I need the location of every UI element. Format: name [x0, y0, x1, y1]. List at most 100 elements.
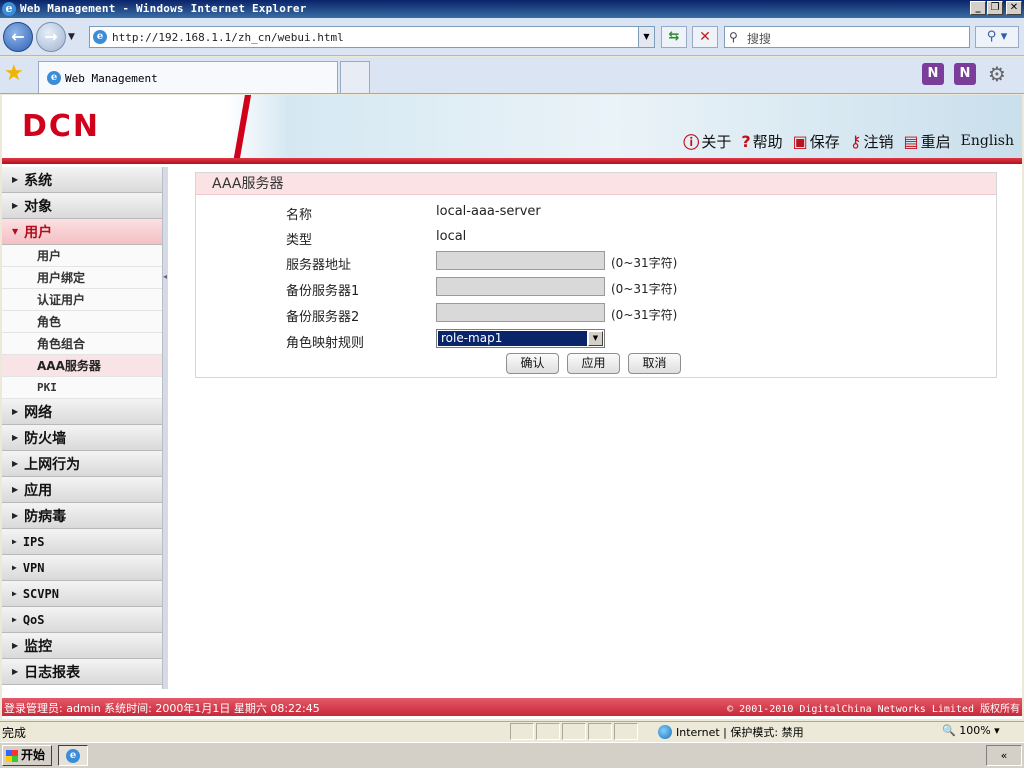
onenote-icon[interactable]: N — [922, 63, 944, 85]
banner-swoosh — [224, 95, 264, 161]
sidebar-item-log-report[interactable]: ▶ 日志报表 — [2, 659, 162, 685]
chevron-right-icon: ▶ — [12, 175, 19, 184]
status-cell — [536, 723, 560, 740]
zone-text: Internet | 保护模式: 禁用 — [676, 726, 804, 739]
save-link[interactable]: ▣ 保存 — [793, 129, 840, 153]
address-toolbar: ← → ▼ e http://192.168.1.1/zh_cn/webui.h… — [0, 18, 1024, 56]
maximize-button[interactable]: ❐ — [987, 1, 1003, 15]
security-zone[interactable]: Internet | 保护模式: 禁用 — [658, 724, 804, 740]
status-text: 完成 — [2, 726, 27, 740]
favorites-star-icon[interactable]: ★ — [4, 63, 24, 85]
logout-link[interactable]: ⚷ 注销 — [850, 129, 894, 153]
confirm-button[interactable]: 确认 — [506, 353, 559, 374]
sidebar-sub-user-binding[interactable]: 用户绑定 — [2, 267, 162, 289]
type-value: local — [436, 229, 467, 244]
sidebar-item-scvpn[interactable]: ▶ SCVPN — [2, 581, 162, 607]
backup-server-2-input[interactable] — [436, 303, 605, 322]
start-button[interactable]: 开始 — [2, 745, 52, 766]
aaa-server-panel: AAA服务器 名称 local-aaa-server 类型 local 服务器地… — [195, 172, 997, 378]
chevron-right-icon: ▶ — [12, 667, 19, 676]
row-role-mapping: 角色映射规则 role-map1 ▼ — [196, 329, 996, 353]
role-mapping-selected: role-map1 — [438, 331, 587, 346]
page-footer: 登录管理员: admin 系统时间: 2000年1月1日 星期六 08:22:4… — [2, 698, 1022, 716]
save-icon: ▣ — [792, 131, 808, 151]
search-go-button[interactable]: ⚲ ▾ — [975, 26, 1019, 48]
tab-ie-icon: e — [47, 71, 61, 85]
sidebar-sub-role-combo[interactable]: 角色组合 — [2, 333, 162, 355]
help-link[interactable]: ? 帮助 — [741, 129, 782, 153]
about-link[interactable]: ⓘ 关于 — [683, 129, 731, 153]
sidebar-menu: ▶ 系统 ▶ 对象 ▼ 用户 用户 用户绑定 认证用户 角色 角色组合 AAA服务器 … — [2, 167, 162, 689]
collapse-arrow-icon[interactable]: ◂ — [163, 272, 168, 288]
sidebar-item-firewall[interactable]: ▶ 防火墙 — [2, 425, 162, 451]
role-mapping-select[interactable]: role-map1 ▼ — [436, 329, 605, 348]
ie-icon: e — [2, 2, 16, 16]
english-link[interactable]: English — [961, 129, 1014, 153]
status-cell — [614, 723, 638, 740]
sidebar-item-web-behavior[interactable]: ▶ 上网行为 — [2, 451, 162, 477]
minimize-button[interactable]: _ — [970, 1, 986, 15]
new-tab-button[interactable] — [340, 61, 370, 93]
type-label: 类型 — [286, 233, 313, 248]
sidebar-sub-aaa-server[interactable]: AAA服务器 — [2, 355, 162, 377]
search-box[interactable]: ⚲ 搜搜 — [724, 26, 970, 48]
chevron-right-icon: ▶ — [12, 485, 19, 494]
backup-server-2-hint: (0~31字符) — [611, 308, 678, 322]
history-dropdown-icon[interactable]: ▼ — [68, 32, 75, 42]
panel-title: AAA服务器 — [196, 173, 996, 195]
address-bar[interactable]: e http://192.168.1.1/zh_cn/webui.html ▼ — [89, 26, 655, 48]
sidebar-splitter[interactable]: ◂ — [162, 167, 168, 689]
cancel-button[interactable]: 取消 — [628, 353, 681, 374]
tab-web-management[interactable]: e Web Management — [38, 61, 338, 93]
stop-button[interactable]: ✕ — [692, 26, 718, 48]
windows-taskbar: 开始 e « — [0, 742, 1024, 768]
name-value: local-aaa-server — [436, 204, 541, 219]
system-tray[interactable]: « — [986, 745, 1022, 766]
apply-button[interactable]: 应用 — [567, 353, 620, 374]
forward-button[interactable]: → — [36, 22, 66, 52]
role-mapping-label: 角色映射规则 — [286, 336, 365, 351]
restart-icon: ▤ — [903, 131, 919, 151]
chevron-down-icon[interactable]: ▼ — [588, 331, 603, 346]
back-button[interactable]: ← — [3, 22, 33, 52]
backup-server-1-label: 备份服务器1 — [286, 284, 360, 299]
restart-link[interactable]: ▤ 重启 — [904, 129, 951, 153]
sidebar-item-object[interactable]: ▶ 对象 — [2, 193, 162, 219]
help-icon: ? — [741, 131, 751, 151]
refresh-button[interactable]: ⇆ — [661, 26, 687, 48]
close-button[interactable]: ✕ — [1006, 1, 1022, 15]
sidebar-sub-pki[interactable]: PKI — [2, 377, 162, 399]
server-address-hint: (0~31字符) — [611, 256, 678, 270]
copyright: © 2001-2010 DigitalChina Networks Limite… — [727, 704, 1020, 715]
onenote-send-icon[interactable]: N — [954, 63, 976, 85]
sidebar-item-qos[interactable]: ▶ QoS — [2, 607, 162, 633]
tools-gear-icon[interactable]: ⚙ — [986, 63, 1008, 85]
sidebar-sub-role[interactable]: 角色 — [2, 311, 162, 333]
tab-bar: ★ e Web Management N N ⚙ — [0, 57, 1024, 94]
sidebar-item-user[interactable]: ▼ 用户 — [2, 219, 162, 245]
header-banner: DCN ⓘ 关于 ? 帮助 ▣ 保存 ⚷ 注销 ▤ 重启 English — [2, 95, 1022, 164]
server-address-label: 服务器地址 — [286, 258, 352, 273]
sidebar-sub-user[interactable]: 用户 — [2, 245, 162, 267]
sidebar-item-system[interactable]: ▶ 系统 — [2, 167, 162, 193]
sidebar-item-application[interactable]: ▶ 应用 — [2, 477, 162, 503]
sidebar-sub-auth-user[interactable]: 认证用户 — [2, 289, 162, 311]
login-info: 登录管理员: admin 系统时间: 2000年1月1日 星期六 08:22:4… — [4, 702, 320, 715]
status-cell — [510, 723, 534, 740]
sidebar-item-antivirus[interactable]: ▶ 防病毒 — [2, 503, 162, 529]
address-dropdown-icon[interactable]: ▼ — [638, 27, 654, 47]
backup-server-2-label: 备份服务器2 — [286, 310, 360, 325]
address-url[interactable]: http://192.168.1.1/zh_cn/webui.html — [112, 31, 344, 44]
sidebar-item-ips[interactable]: ▶ IPS — [2, 529, 162, 555]
name-label: 名称 — [286, 208, 313, 223]
search-placeholder[interactable]: 搜搜 — [747, 30, 771, 47]
server-address-input[interactable] — [436, 251, 605, 270]
chevron-right-icon: ▶ — [12, 407, 19, 416]
sidebar-item-network[interactable]: ▶ 网络 — [2, 399, 162, 425]
zoom-level[interactable]: 🔍 100% ▾ — [942, 724, 1000, 737]
sidebar-item-vpn[interactable]: ▶ VPN — [2, 555, 162, 581]
backup-server-1-input[interactable] — [436, 277, 605, 296]
sidebar-item-monitor[interactable]: ▶ 监控 — [2, 633, 162, 659]
search-icon: ⚲ — [729, 30, 738, 44]
taskbar-ie-button[interactable]: e — [58, 745, 88, 766]
